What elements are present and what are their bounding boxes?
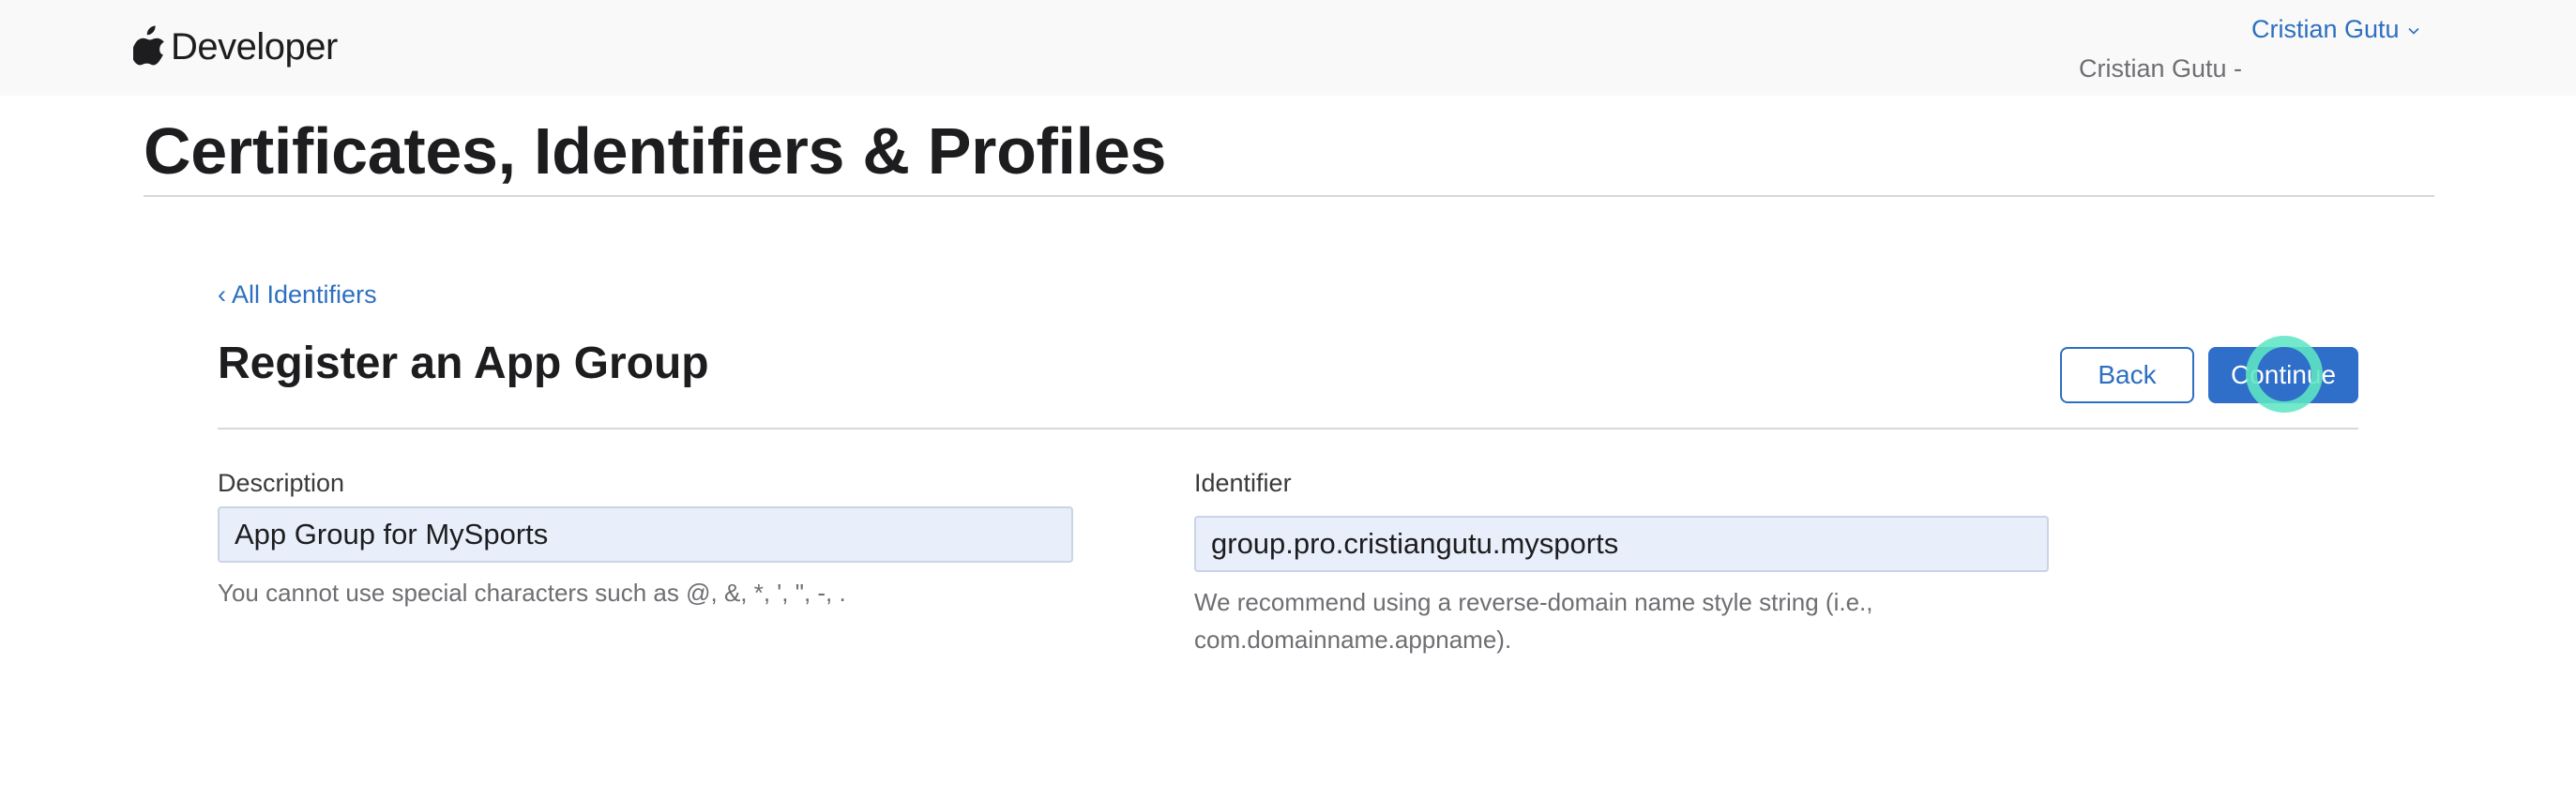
title-divider bbox=[144, 195, 2434, 197]
back-button[interactable]: Back bbox=[2060, 347, 2194, 403]
description-input[interactable] bbox=[218, 506, 1073, 563]
developer-logo[interactable]: Developer bbox=[133, 24, 338, 66]
section-title: Register an App Group bbox=[218, 339, 709, 388]
page-title: Certificates, Identifiers & Profiles bbox=[144, 114, 1167, 188]
section-divider bbox=[218, 428, 2358, 430]
description-hint: You cannot use special characters such a… bbox=[218, 579, 846, 607]
description-label: Description bbox=[218, 469, 345, 497]
account-name: Cristian Gutu bbox=[2251, 15, 2400, 43]
identifier-hint-line-1: We recommend using a reverse-domain name… bbox=[1194, 588, 1873, 616]
logo-text: Developer bbox=[171, 26, 338, 68]
account-menu[interactable]: Cristian Gutu bbox=[2251, 15, 2420, 44]
identifier-input[interactable] bbox=[1194, 516, 2049, 572]
apple-logo-icon bbox=[133, 24, 165, 66]
continue-button[interactable]: Continue bbox=[2208, 347, 2358, 403]
top-navigation-bar: Developer Cristian Gutu Cristian Gutu - bbox=[0, 0, 2576, 96]
chevron-down-icon bbox=[2407, 24, 2420, 38]
identifier-label: Identifier bbox=[1194, 469, 1292, 497]
team-name: Cristian Gutu - bbox=[2079, 54, 2243, 83]
identifier-hint-line-2: com.domainname.appname). bbox=[1194, 626, 1512, 654]
all-identifiers-link[interactable]: ‹ All Identifiers bbox=[218, 280, 377, 309]
